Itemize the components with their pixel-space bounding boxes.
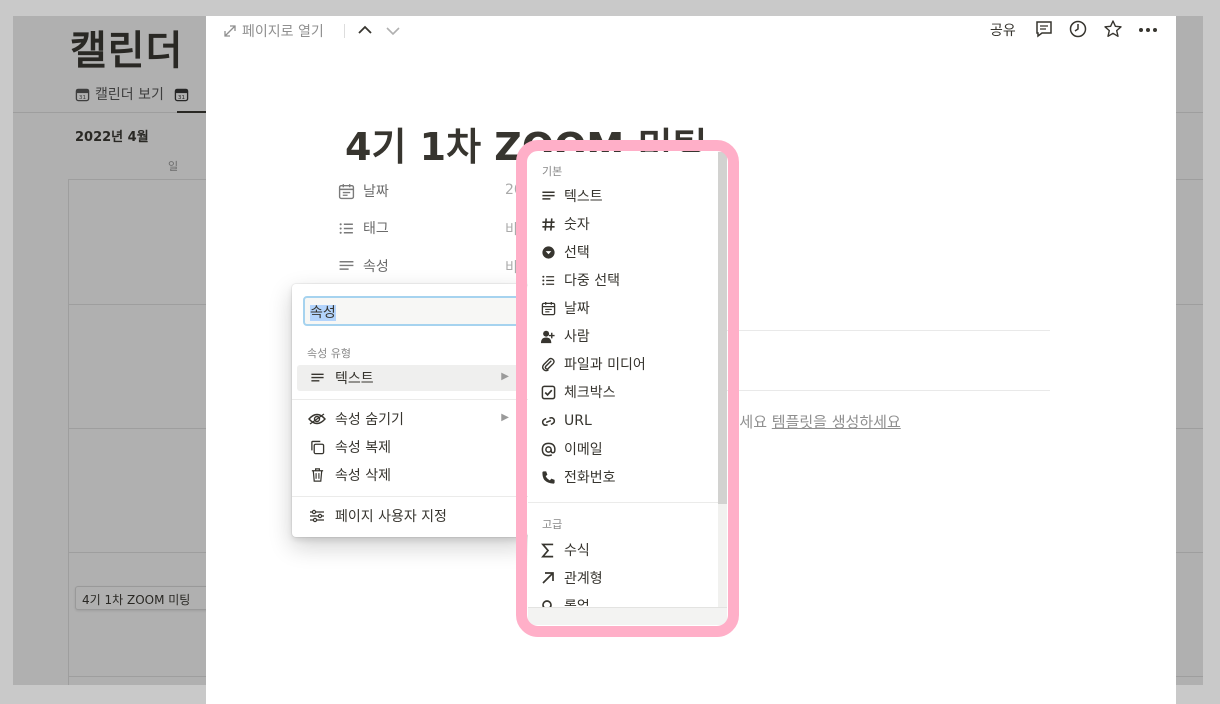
eye-icon bbox=[308, 413, 326, 425]
template-hint-text: -세요 bbox=[734, 413, 772, 431]
duplicate-icon bbox=[310, 440, 324, 454]
property-label: 속성 bbox=[363, 259, 389, 275]
divider bbox=[292, 496, 528, 497]
delete-property-item[interactable]: 속성 삭제 bbox=[297, 462, 523, 488]
clock-icon[interactable] bbox=[1068, 19, 1088, 39]
expand-arrow-icon bbox=[224, 25, 236, 37]
open-page-label: 페이지로 열기 bbox=[242, 24, 324, 40]
text-lines-icon bbox=[339, 260, 354, 270]
menu-item-label: 속성 삭제 bbox=[335, 468, 391, 484]
property-label: 태그 bbox=[363, 221, 389, 237]
property-type-label: 텍스트 bbox=[335, 371, 374, 387]
submenu-arrow-icon: ▶ bbox=[501, 412, 509, 423]
chevron-up-icon[interactable] bbox=[356, 20, 374, 40]
template-hint: -세요 템플릿을 생성하세요 bbox=[734, 411, 901, 432]
section-label: 속성 유형 bbox=[307, 347, 351, 360]
menu-item-label: 속성 숨기기 bbox=[335, 412, 404, 428]
highlight-frame bbox=[516, 140, 739, 637]
text-lines-icon bbox=[310, 373, 324, 382]
list-icon bbox=[339, 222, 353, 234]
chevron-down-icon[interactable] bbox=[384, 20, 402, 40]
property-tag[interactable]: 태그 bbox=[338, 216, 389, 240]
divider bbox=[292, 399, 528, 400]
property-menu: 속성 속성 유형 텍스트 ▶ 속성 숨기기 ▶ 속성 복제 속성 삭제 페이지 … bbox=[292, 284, 528, 537]
property-type-item[interactable]: 텍스트 ▶ bbox=[297, 365, 523, 391]
star-icon[interactable] bbox=[1103, 19, 1123, 39]
share-button[interactable]: 공유 bbox=[990, 20, 1016, 40]
customize-page-item[interactable]: 페이지 사용자 지정 bbox=[297, 503, 523, 529]
more-icon[interactable] bbox=[1137, 19, 1159, 39]
property-date[interactable]: 날짜 bbox=[338, 179, 389, 203]
hide-property-item[interactable]: 속성 숨기기 ▶ bbox=[297, 406, 523, 432]
trash-icon bbox=[311, 468, 323, 482]
property-name-input[interactable]: 속성 bbox=[303, 296, 523, 326]
submenu-arrow-icon: ▶ bbox=[501, 371, 509, 382]
menu-item-label: 속성 복제 bbox=[335, 440, 391, 456]
menu-item-label: 페이지 사용자 지정 bbox=[335, 509, 447, 525]
peek-top-bar: 페이지로 열기 공유 bbox=[206, 16, 1176, 46]
duplicate-property-item[interactable]: 속성 복제 bbox=[297, 434, 523, 460]
divider bbox=[344, 24, 345, 38]
open-as-page-button[interactable]: 페이지로 열기 bbox=[224, 21, 324, 41]
comment-icon[interactable] bbox=[1034, 19, 1054, 39]
property-label: 날짜 bbox=[363, 184, 389, 200]
create-template-link[interactable]: 템플릿을 생성하세요 bbox=[772, 413, 901, 431]
property-text[interactable]: 속성 bbox=[338, 254, 389, 278]
calendar-icon bbox=[338, 183, 355, 199]
property-name-value: 속성 bbox=[310, 305, 336, 321]
sliders-icon bbox=[310, 509, 324, 523]
